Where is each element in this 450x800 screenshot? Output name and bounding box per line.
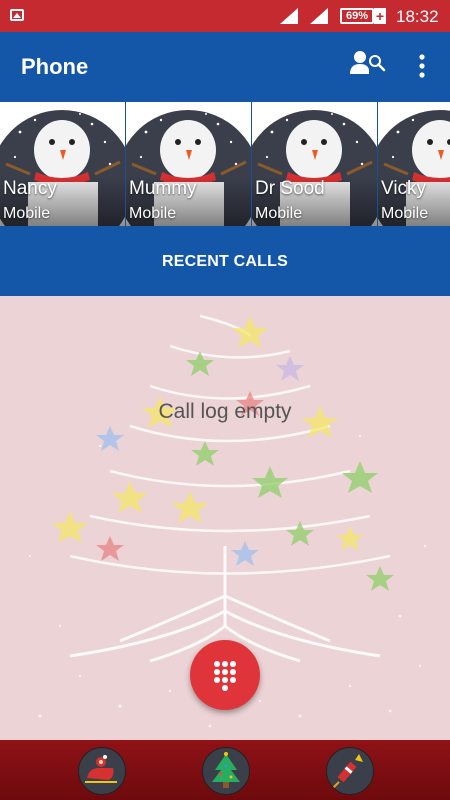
favorite-number-type: Mobile bbox=[381, 205, 429, 222]
christmas-tree-icon[interactable] bbox=[202, 747, 250, 795]
favorite-number-type: Mobile bbox=[255, 205, 303, 222]
favorite-name: Nancy bbox=[3, 178, 57, 199]
signal-strength-icon-2 bbox=[310, 8, 328, 24]
dialpad-icon bbox=[214, 661, 236, 691]
firework-rocket-icon[interactable] bbox=[326, 747, 374, 795]
favorite-name: Mummy bbox=[129, 178, 197, 199]
page-title: Phone bbox=[21, 54, 89, 79]
call-log-empty-text: Call log empty bbox=[158, 400, 292, 423]
favorites-strip: Nancy Mobile Mummy Mobile Dr Sood Mobile… bbox=[0, 102, 450, 226]
more-options-icon[interactable] bbox=[412, 52, 432, 82]
santa-sleigh-icon[interactable] bbox=[78, 747, 126, 795]
status-clock: 18:32 bbox=[396, 7, 439, 26]
favorite-number-type: Mobile bbox=[129, 205, 177, 222]
favorite-name: Vicky bbox=[381, 178, 427, 199]
favorite-contact-vicky[interactable]: Vicky Mobile bbox=[378, 102, 450, 226]
battery-level: 69% bbox=[340, 8, 374, 24]
favorite-contact-dr-sood[interactable]: Dr Sood Mobile bbox=[252, 102, 377, 226]
favorite-contact-mummy[interactable]: Mummy Mobile bbox=[126, 102, 251, 226]
favorite-contact-nancy[interactable]: Nancy Mobile bbox=[0, 102, 125, 226]
theme-bottom-bar bbox=[0, 740, 450, 800]
image-notification-icon bbox=[10, 9, 24, 21]
tab-bar: RECENT CALLS bbox=[0, 226, 450, 296]
favorite-name: Dr Sood bbox=[255, 178, 325, 199]
battery-charging-icon: + bbox=[374, 8, 386, 24]
dialpad-button[interactable] bbox=[190, 640, 260, 710]
favorite-number-type: Mobile bbox=[3, 205, 51, 222]
contacts-search-icon[interactable] bbox=[348, 50, 388, 84]
status-bar: 69% + 18:32 bbox=[0, 0, 450, 32]
signal-strength-icon bbox=[280, 8, 298, 24]
tab-recent-calls[interactable]: RECENT CALLS bbox=[0, 253, 450, 271]
